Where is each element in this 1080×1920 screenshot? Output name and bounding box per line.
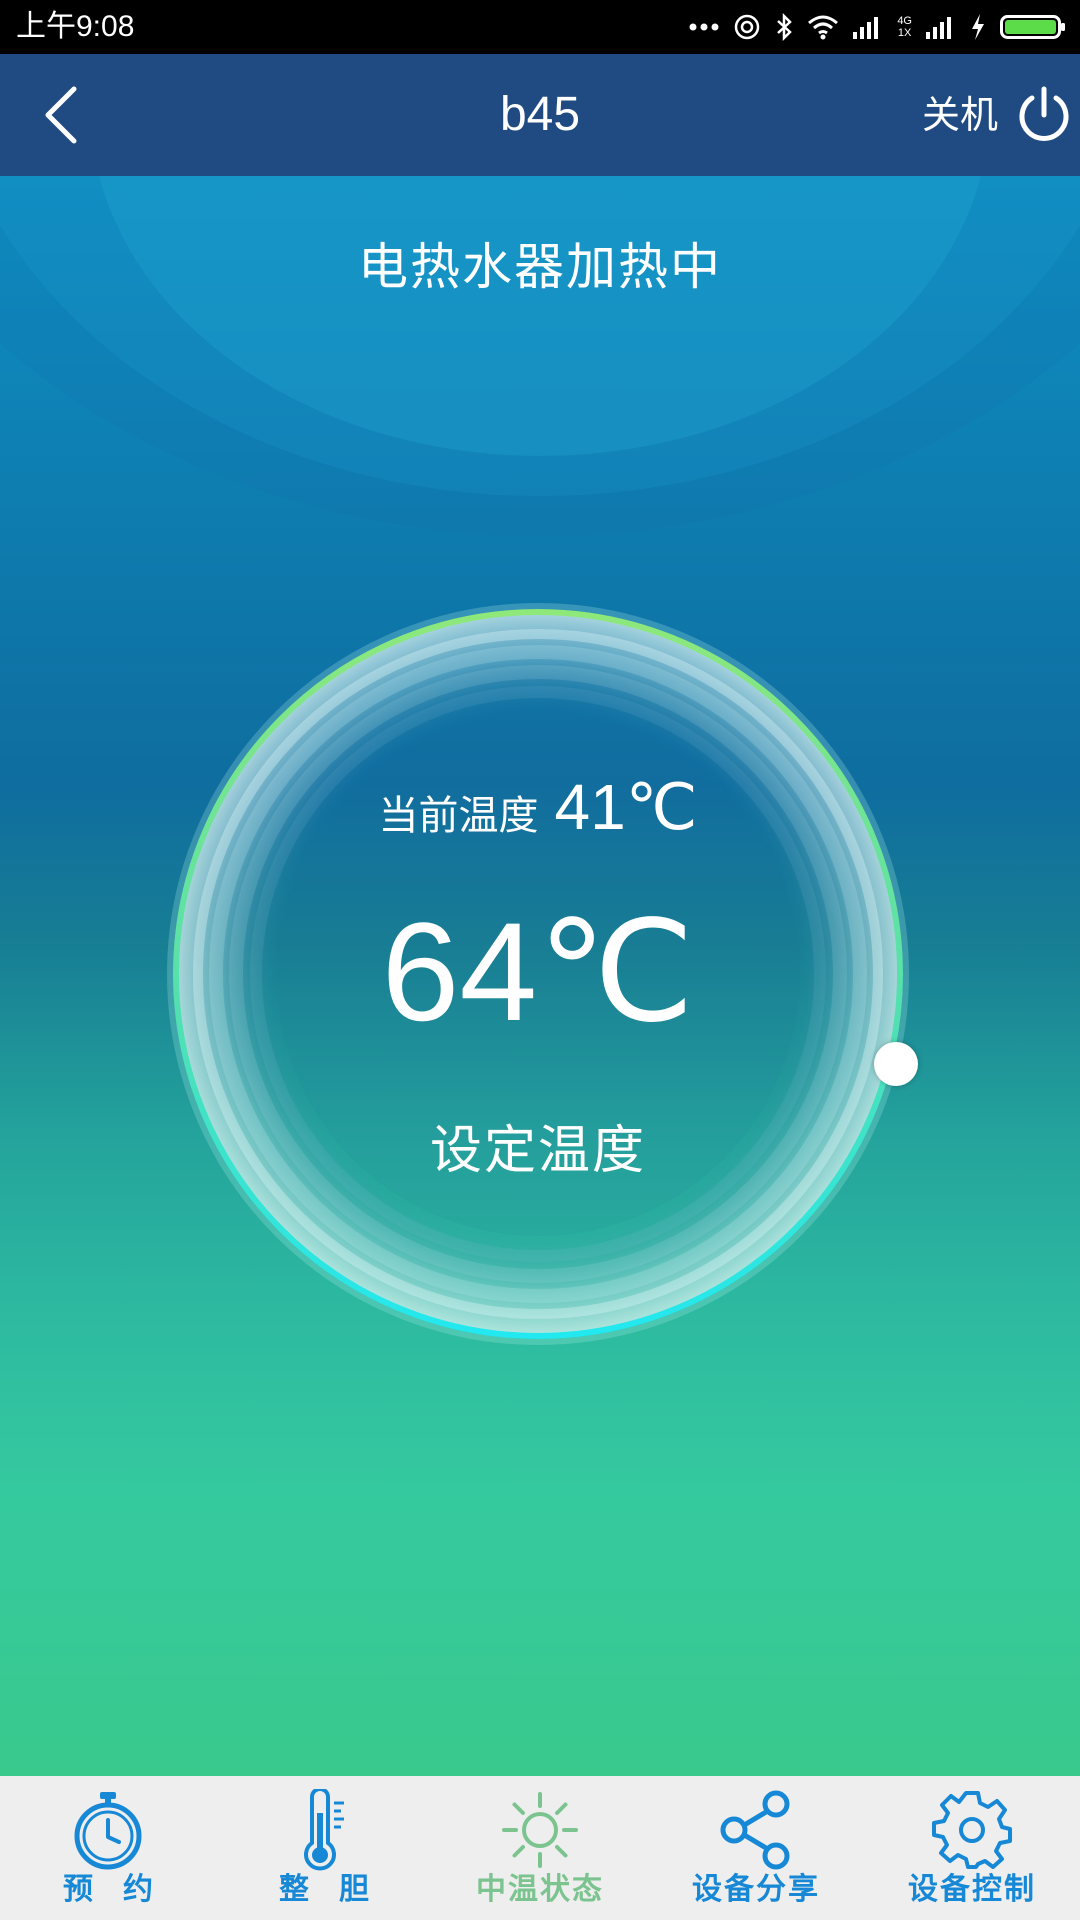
wifi-icon — [808, 15, 839, 40]
nav-item-full-tank[interactable]: 整胆 — [216, 1776, 432, 1920]
nav-label-mid-temp: 中温状态 — [476, 1872, 604, 1907]
charging-icon — [972, 14, 984, 40]
nav-label-device-control: 设备控制 — [908, 1872, 1036, 1907]
thermometer-icon — [304, 1789, 344, 1871]
app-header: b45 关机 — [0, 54, 1080, 176]
status-bar: 上午9:08 4G 1X — [0, 0, 1080, 54]
power-off-label: 关机 — [921, 93, 998, 137]
temperature-dial[interactable]: 当前温度 41℃ 64℃ 设定温度 — [166, 602, 918, 1346]
nav-item-schedule[interactable]: 预约 — [0, 1776, 216, 1920]
bluetooth-icon — [777, 13, 793, 41]
set-temp-value: 64℃ — [381, 893, 695, 1050]
status-time: 上午9:08 — [16, 10, 135, 43]
chevron-left-icon — [45, 86, 77, 144]
current-temp-value: 41℃ — [554, 771, 698, 843]
status-icons: 4G 1X — [689, 8, 1066, 46]
hotspot-icon — [735, 14, 760, 40]
signal-icon-2 — [926, 17, 951, 39]
power-icon — [1019, 86, 1069, 141]
more-dots-icon — [689, 23, 719, 31]
temperature-slider-knob[interactable] — [874, 1042, 918, 1086]
heating-status: 电热水器加热中 — [358, 238, 722, 296]
stopwatch-icon — [74, 1792, 142, 1870]
nav-item-share-device[interactable]: 设备分享 — [648, 1776, 864, 1920]
back-button[interactable] — [30, 82, 90, 148]
main-panel: 电热水器加热中 当前温度 41℃ 64℃ 设定温度 — [0, 176, 1080, 1776]
nav-item-mid-temp[interactable]: 中温状态 — [432, 1776, 648, 1920]
nav-label-share-device: 设备分享 — [692, 1872, 820, 1907]
signal-icon-1 — [853, 17, 879, 39]
set-temp-label: 设定温度 — [429, 1121, 646, 1181]
screen: 上午9:08 4G 1X b45 关机 电热水器加热中 当前温度 41℃ 64℃… — [0, 0, 1080, 1920]
current-temp-label: 当前温度 — [378, 793, 539, 839]
sun-icon — [502, 1792, 578, 1868]
page-title: b45 — [499, 88, 581, 141]
network-type: 4G 1X — [897, 15, 912, 39]
current-temperature: 当前温度 41℃ — [166, 770, 910, 845]
network-type-bottom: 1X — [897, 27, 912, 39]
network-type-top: 4G — [897, 15, 912, 27]
share-icon — [720, 1790, 790, 1870]
battery-icon — [1000, 15, 1065, 39]
power-off-button[interactable]: 关机 — [922, 76, 1072, 154]
nav-label-full-tank: 整胆 — [279, 1872, 399, 1907]
nav-label-schedule: 预约 — [63, 1872, 183, 1907]
nav-item-device-control[interactable]: 设备控制 — [864, 1776, 1080, 1920]
gear-icon — [932, 1791, 1012, 1869]
bottom-nav: 预约 整胆 中温状态 设备分享 设备控制 — [0, 1776, 1080, 1920]
